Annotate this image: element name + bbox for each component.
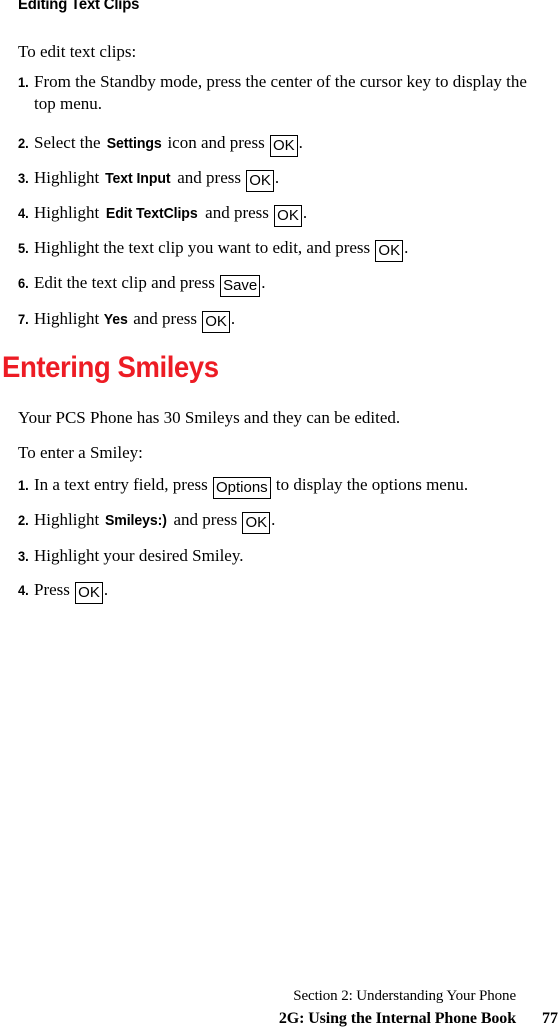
step-number: 2.: [18, 512, 29, 528]
step-text-pre: Highlight: [34, 203, 104, 222]
step-text: In a text entry field, press Options to …: [34, 474, 468, 499]
step-number: 2.: [18, 135, 29, 151]
step-text-pre: Edit the text clip and press: [34, 273, 220, 292]
step-text: Select the Settings icon and press OK.: [34, 132, 303, 157]
step-item: 1. From the Standby mode, press the cent…: [18, 71, 538, 115]
step-text-post: to display the options menu.: [271, 475, 469, 494]
step-text-post: .: [261, 273, 266, 292]
step-item: 1. In a text entry field, press Options …: [18, 474, 468, 499]
step-item: 7. Highlight Yes and press OK.: [18, 308, 235, 333]
step-text: Highlight your desired Smiley.: [34, 545, 244, 567]
step-text-pre: Highlight your desired Smiley.: [34, 546, 244, 565]
step-text-post: .: [271, 510, 276, 529]
step-text: From the Standby mode, press the center …: [34, 71, 538, 115]
step-text-pre: In a text entry field, press: [34, 475, 212, 494]
step-item: 2. Highlight Smileys:) and press OK.: [18, 509, 275, 534]
softkey-ok-button[interactable]: OK: [202, 311, 230, 333]
step-item: 3. Highlight Text Input and press OK.: [18, 167, 279, 192]
softkey-options-button[interactable]: Options: [212, 477, 271, 499]
step-text-pre: Highlight the text clip you want to edit…: [34, 238, 375, 257]
step-item: 3. Highlight your desired Smiley.: [18, 545, 244, 567]
step-text-mid: and press: [200, 203, 274, 222]
softkey-ok-button[interactable]: OK: [274, 205, 302, 227]
step-text: Highlight Edit TextClips and press OK.: [34, 202, 307, 227]
step-number: 3.: [18, 170, 29, 186]
step-number: 4.: [18, 582, 29, 598]
step-text: Highlight Yes and press OK.: [34, 308, 235, 333]
step-text: Highlight the text clip you want to edit…: [34, 237, 408, 262]
step-number: 3.: [18, 548, 29, 564]
step-text-post: .: [274, 168, 280, 187]
editing-text-clips-intro: To edit text clips:: [18, 42, 137, 61]
ui-term-label: Edit TextClips: [106, 205, 198, 222]
softkey-ok-button[interactable]: OK: [242, 512, 271, 534]
step-text-pre: Highlight: [34, 168, 104, 187]
footer-page-number: 77: [542, 1010, 558, 1027]
entering-smileys-description: Your PCS Phone has 30 Smileys and they c…: [18, 408, 401, 427]
step-text-post: .: [298, 133, 303, 152]
step-text-mid: and press: [169, 510, 242, 529]
step-text-pre: Highlight: [34, 309, 104, 328]
step-text-post: .: [404, 238, 409, 257]
step-number: 1.: [18, 477, 29, 493]
softkey-save-button[interactable]: Save: [220, 275, 261, 297]
step-text-post: .: [302, 203, 308, 222]
step-text-pre: Press: [34, 580, 75, 599]
step-text: Press OK.: [34, 579, 108, 604]
section-heading-entering-smileys: Entering Smileys: [2, 351, 219, 384]
step-number: 4.: [18, 205, 29, 221]
step-number: 7.: [18, 311, 29, 327]
step-text-pre: Highlight: [34, 510, 104, 529]
footer-chapter-label: 2G: Using the Internal Phone Book: [278, 1010, 516, 1027]
step-text: Edit the text clip and press Save.: [34, 272, 266, 297]
step-text-pre: From the Standby mode, press the center …: [34, 72, 527, 113]
step-text-post: .: [230, 309, 236, 328]
step-item: 4. Press OK.: [18, 579, 108, 604]
step-number: 6.: [18, 275, 29, 291]
step-item: 6. Edit the text clip and press Save.: [18, 272, 266, 297]
footer-section-label: Section 2: Understanding Your Phone: [293, 988, 516, 1004]
step-text-mid: and press: [172, 168, 246, 187]
ui-term-label: Yes: [104, 311, 129, 328]
page-subheading-editing-text-clips: Editing Text Clips: [18, 0, 140, 13]
ui-term-label: Settings: [106, 135, 162, 152]
step-text-post: .: [103, 580, 109, 599]
step-item: 5. Highlight the text clip you want to e…: [18, 237, 408, 262]
step-text-pre: Select the: [34, 133, 105, 152]
softkey-ok-button[interactable]: OK: [375, 240, 404, 262]
manual-page: Editing Text Clips To edit text clips: 1…: [0, 0, 560, 1033]
softkey-ok-button[interactable]: OK: [269, 135, 298, 157]
step-item: 4. Highlight Edit TextClips and press OK…: [18, 202, 307, 227]
step-text-mid: icon and press: [163, 133, 269, 152]
step-text: Highlight Smileys:) and press OK.: [34, 509, 275, 534]
ui-term-label: Text Input: [105, 170, 171, 187]
step-number: 5.: [18, 240, 29, 256]
softkey-ok-button[interactable]: OK: [246, 170, 274, 192]
step-text: Highlight Text Input and press OK.: [34, 167, 279, 192]
step-number: 1.: [18, 74, 29, 90]
step-item: 2. Select the Settings icon and press OK…: [18, 132, 303, 157]
ui-term-label: Smileys:): [105, 512, 168, 529]
softkey-ok-button[interactable]: OK: [75, 582, 103, 604]
entering-smileys-intro: To enter a Smiley:: [18, 443, 143, 462]
step-text-mid: and press: [128, 309, 202, 328]
